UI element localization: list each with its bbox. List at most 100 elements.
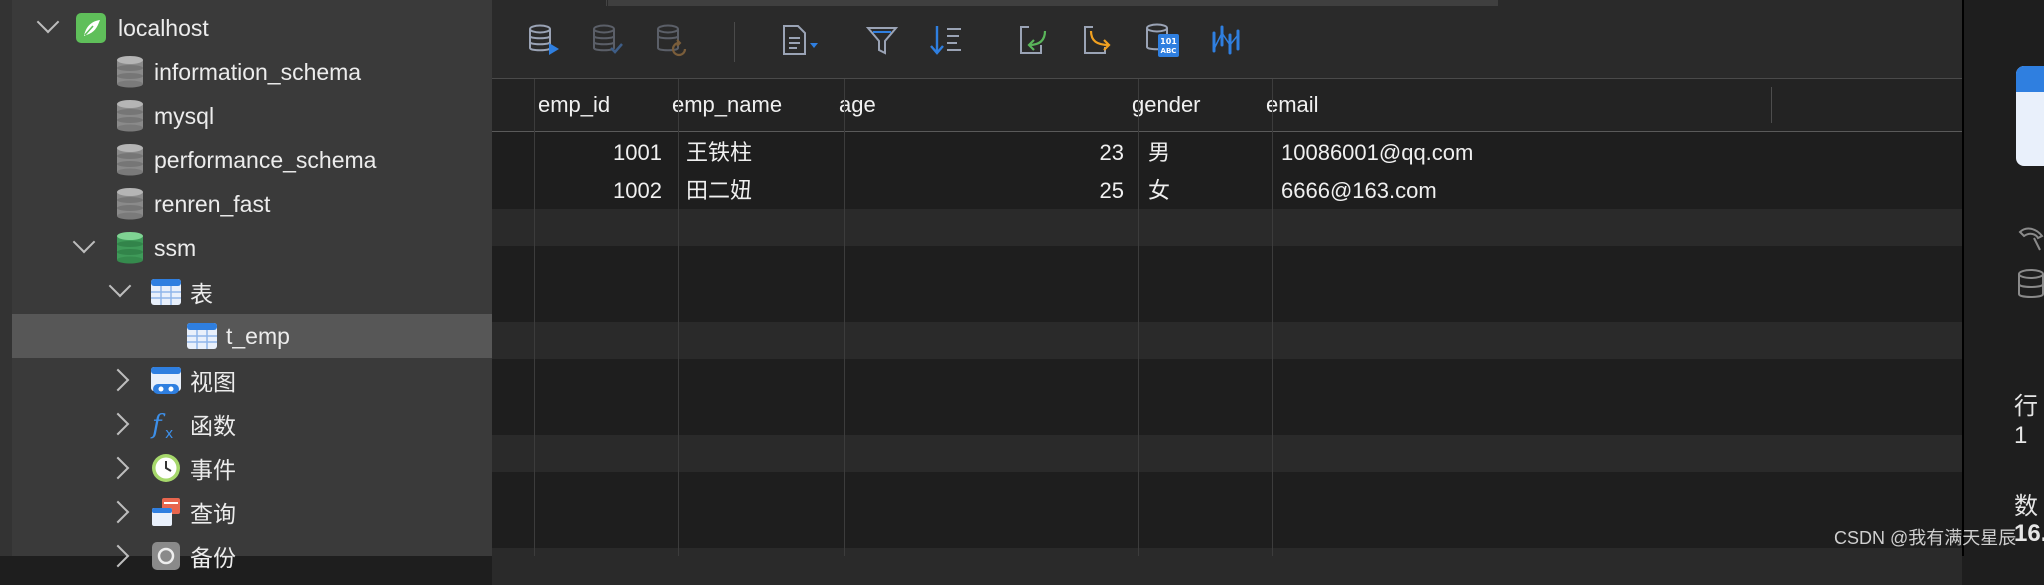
info-panel: 行 1 数 16. <box>1962 0 2044 556</box>
database-icon <box>2016 268 2044 307</box>
chevron-down-icon[interactable] <box>36 10 60 34</box>
tree-item-ssm[interactable]: ssm <box>12 226 492 270</box>
tree-item-tables[interactable]: 表 <box>12 270 492 314</box>
cell-email[interactable]: 6666@163.com <box>1281 172 1761 209</box>
sidebar-edge <box>0 0 12 556</box>
grid-row-stripe <box>492 209 1962 246</box>
tree-item-label: localhost <box>118 14 209 41</box>
database-icon <box>115 56 145 88</box>
tree-item-functions[interactable]: fx 函数 <box>12 402 492 446</box>
grid-row-stripe <box>492 548 1962 585</box>
tree-item-label: 事件 <box>190 457 236 483</box>
grid-row-stripe <box>492 435 1962 472</box>
table-row[interactable]: 1002 田二妞 25 女 6666@163.com <box>492 172 1962 209</box>
tree-item-label: 函数 <box>190 413 236 439</box>
watermark: CSDN @我有满天星辰 <box>1834 528 2017 548</box>
svg-text:f: f <box>150 410 166 440</box>
tree-item-backups[interactable]: 备份 <box>12 534 492 578</box>
database-open-icon <box>115 232 145 264</box>
database-icon <box>115 100 145 132</box>
tree-item-events[interactable]: 事件 <box>12 446 492 490</box>
backup-icon <box>150 540 180 572</box>
column-divider <box>1138 79 1139 556</box>
database-icon <box>115 144 145 176</box>
cell-age[interactable]: 25 <box>833 172 1124 209</box>
cell-email[interactable]: 10086001@qq.com <box>1281 134 1761 171</box>
column-header-emp-id[interactable]: emp_id <box>532 79 666 131</box>
column-header-email[interactable]: email <box>1260 79 1760 131</box>
table-preview-icon <box>2016 66 2044 166</box>
tree-item-information-schema[interactable]: information_schema <box>12 50 492 94</box>
refresh-icon[interactable] <box>652 20 692 60</box>
chevron-right-icon[interactable] <box>106 368 130 392</box>
rows-value: 1 <box>2014 422 2028 449</box>
tree-item-t-emp[interactable]: t_emp <box>12 314 492 358</box>
tree-item-label: ssm <box>154 234 197 261</box>
grid-toolbar: 101 ABC <box>492 6 1962 79</box>
cell-gender[interactable]: 男 <box>1148 134 1260 171</box>
cell-age[interactable]: 23 <box>833 134 1124 171</box>
chevron-right-icon[interactable] <box>106 500 130 524</box>
data-grid: emp_id emp_name age gender email 1001 王铁… <box>492 79 1962 585</box>
chevron-right-icon[interactable] <box>106 544 130 568</box>
cell-emp-name[interactable]: 田二妞 <box>686 172 833 209</box>
tree-item-label: t_emp <box>226 322 290 349</box>
chart-icon[interactable] <box>1206 20 1246 60</box>
svg-text:101: 101 <box>1160 37 1177 46</box>
column-divider[interactable] <box>1771 87 1772 123</box>
tree-item-renren-fast[interactable]: renren_fast <box>12 182 492 226</box>
chevron-right-icon[interactable] <box>106 456 130 480</box>
export-icon[interactable] <box>1078 20 1118 60</box>
column-divider <box>678 79 679 556</box>
navigator-sidebar: localhost information_schema mysql perfo… <box>0 0 492 571</box>
table-editor: 101 ABC emp_id emp_name age gender email … <box>492 0 1962 585</box>
tree-item-label: renren_fast <box>154 190 271 217</box>
tree-item-localhost[interactable]: localhost <box>12 6 492 50</box>
query-icon <box>150 496 180 528</box>
toolbar-separator <box>734 22 735 62</box>
cell-gender[interactable]: 女 <box>1148 172 1260 209</box>
column-header-gender[interactable]: gender <box>1126 79 1260 131</box>
run-icon[interactable] <box>524 20 564 60</box>
tree-item-views[interactable]: 视图 <box>12 358 492 402</box>
tree-item-queries[interactable]: 查询 <box>12 490 492 534</box>
data-size-label: 数 <box>2014 493 2038 520</box>
grid-header: emp_id emp_name age gender email <box>492 79 1962 132</box>
mysql-connection-icon <box>76 12 106 44</box>
tree-item-label: mysql <box>154 102 215 129</box>
column-divider <box>844 79 845 556</box>
clock-icon <box>150 452 180 484</box>
document-dropdown-icon[interactable] <box>776 20 828 60</box>
commit-icon[interactable] <box>588 20 628 60</box>
column-divider <box>534 79 535 556</box>
table-icon <box>186 320 217 352</box>
rows-label: 行 <box>2014 393 2038 420</box>
tree-item-performance-schema[interactable]: performance_schema <box>12 138 492 182</box>
column-divider <box>1272 79 1273 556</box>
data-generator-icon[interactable]: 101 ABC <box>1142 20 1182 60</box>
tree-item-label: 备份 <box>190 545 236 571</box>
function-icon: fx <box>150 408 180 442</box>
table-group-icon <box>150 276 181 308</box>
view-icon <box>150 364 181 396</box>
column-header-emp-name[interactable]: emp_name <box>666 79 833 131</box>
chevron-down-icon[interactable] <box>72 230 96 254</box>
tree-item-label: 视图 <box>190 369 236 395</box>
data-size-value: 16. <box>2014 520 2044 547</box>
chevron-right-icon[interactable] <box>106 412 130 436</box>
import-icon[interactable] <box>1014 20 1054 60</box>
mysql-dolphin-icon <box>2016 222 2044 261</box>
cell-emp-id[interactable]: 1001 <box>532 134 662 171</box>
tree-item-mysql[interactable]: mysql <box>12 94 492 138</box>
sort-icon[interactable] <box>926 20 966 60</box>
svg-text:x: x <box>165 426 173 440</box>
cell-emp-name[interactable]: 王铁柱 <box>686 134 833 171</box>
cell-emp-id[interactable]: 1002 <box>532 172 662 209</box>
table-row[interactable]: 1001 王铁柱 23 男 10086001@qq.com <box>492 134 1962 171</box>
svg-text:ABC: ABC <box>1161 47 1177 55</box>
column-header-age[interactable]: age <box>833 79 1126 131</box>
chevron-down-icon[interactable] <box>108 274 132 298</box>
tree-item-label: information_schema <box>154 58 362 85</box>
tree-item-label: 查询 <box>190 501 236 527</box>
filter-icon[interactable] <box>862 20 902 60</box>
